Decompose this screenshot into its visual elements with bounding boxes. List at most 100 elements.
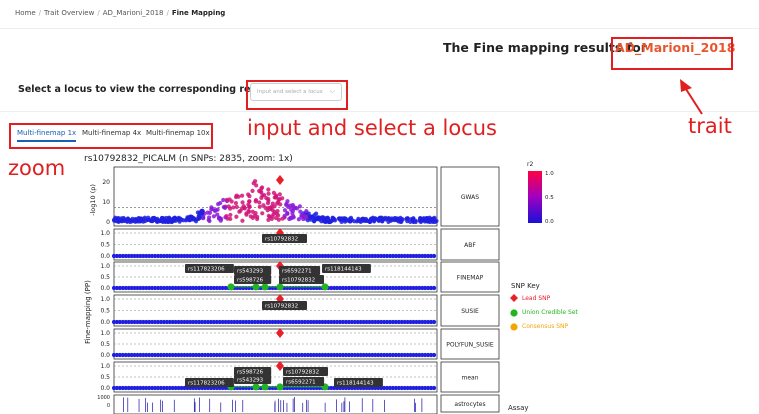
track-y-tick: 1000 <box>97 395 110 401</box>
pp-y-tick: 0.0 <box>100 319 110 326</box>
gwas-point <box>325 215 330 220</box>
panel-label-susie: SUSIE <box>461 308 479 315</box>
snp-key-title: SNP Key <box>511 282 540 290</box>
lead-snp-marker <box>276 361 284 371</box>
gwas-point <box>207 218 212 224</box>
gwas-point <box>133 217 138 222</box>
gwas-point <box>229 199 234 204</box>
pp-y-tick: 1.0 <box>100 263 110 270</box>
pp-y-tick: 1.0 <box>100 363 110 370</box>
gwas-point <box>233 200 239 206</box>
pp-y-tick: 0.5 <box>100 308 110 315</box>
snp-label: rs118144143 <box>325 267 362 273</box>
gwas-point <box>266 191 271 196</box>
gwas-point <box>146 215 151 220</box>
gwas-point <box>125 219 130 224</box>
snp-label: rs10792832 <box>286 370 319 376</box>
pp-y-tick: 0.0 <box>100 253 110 260</box>
gwas-point <box>116 216 121 221</box>
track-y-tick: 0 <box>107 403 110 409</box>
credible-set-point <box>321 283 329 291</box>
snp-key-credible: Union Credible Set <box>522 309 578 316</box>
gwas-point <box>290 211 295 216</box>
gwas-point <box>280 216 285 221</box>
gwas-point <box>216 216 222 221</box>
credible-set-icon <box>510 309 518 317</box>
gwas-point <box>215 207 220 212</box>
gwas-point <box>253 211 258 216</box>
snp-label: rs118144143 <box>337 381 374 387</box>
gwas-point <box>296 217 301 222</box>
gwas-point <box>286 205 291 210</box>
gwas-point <box>226 204 231 209</box>
gwas-point <box>257 204 262 209</box>
gwas-y-tick: 20 <box>102 179 110 186</box>
snp-label: rs543293 <box>237 378 264 384</box>
gwas-y-tick: 10 <box>102 199 110 206</box>
snp-label: rs6592271 <box>282 269 312 275</box>
colorbar-tick-mid: 0.5 <box>545 195 554 201</box>
gwas-point <box>218 200 223 206</box>
colorbar-tick-top: 1.0 <box>545 171 554 177</box>
gwas-point <box>241 204 246 209</box>
snp-label: rs117823206 <box>188 381 225 387</box>
colorbar-tick-bottom: 0.0 <box>545 219 554 225</box>
gwas-point <box>344 218 349 223</box>
colorbar-label: r2 <box>527 161 533 168</box>
gwas-point <box>222 205 228 211</box>
panel-label-mean: mean <box>461 375 478 382</box>
gwas-point <box>301 213 306 218</box>
pp-y-tick: 0.5 <box>100 274 110 281</box>
gwas-point <box>347 216 352 221</box>
finemap-plot: -log10 (p) Fine-mapping (PP) r2 1.0 0.5 … <box>84 161 554 414</box>
gwas-point <box>266 196 271 202</box>
gwas-point <box>413 218 418 223</box>
gwas-point <box>258 189 263 194</box>
gwas-point <box>250 188 255 193</box>
gwas-point <box>425 218 431 223</box>
snp-label: rs543293 <box>237 269 264 275</box>
snp-label: rs10792832 <box>265 237 298 243</box>
gwas-point <box>224 197 229 202</box>
gwas-point <box>277 192 282 197</box>
gwas-point <box>305 218 311 223</box>
pp-point <box>431 352 437 358</box>
gwas-point <box>224 213 229 219</box>
gwas-point <box>266 213 271 218</box>
gwas-point <box>151 215 156 221</box>
pp-point <box>431 319 437 325</box>
snp-label: rs10792832 <box>265 304 298 310</box>
gwas-point <box>395 216 401 222</box>
pp-y-tick: 1.0 <box>100 230 110 237</box>
gwas-point <box>240 200 245 205</box>
gwas-point <box>321 219 326 224</box>
gwas-point <box>234 214 239 219</box>
consensus-snp-icon <box>510 323 518 331</box>
lead-snp-icon <box>510 294 518 302</box>
gwas-point <box>253 179 258 184</box>
panel-label-polyfun_susie: POLYFUN_SUSIE <box>446 342 494 349</box>
gwas-point <box>234 193 239 198</box>
gwas-point <box>207 210 213 215</box>
gwas-point <box>195 210 200 215</box>
pp-y-tick: 0.0 <box>100 285 110 292</box>
gwas-point <box>304 209 309 214</box>
gwas-y-axis-label: -log10 (p) <box>89 184 97 216</box>
assay-label: Assay <box>508 404 529 412</box>
gwas-point <box>163 219 168 225</box>
gwas-point <box>266 187 271 192</box>
snp-label: rs598726 <box>237 278 264 284</box>
gwas-point <box>228 216 233 222</box>
panel-label-finemap: FINEMAP <box>457 275 484 282</box>
gwas-point <box>273 193 279 198</box>
pp-point <box>431 385 437 391</box>
gwas-point <box>171 218 176 223</box>
gwas-point <box>238 208 243 213</box>
fm-y-axis-label: Fine-mapping (PP) <box>84 280 92 344</box>
gwas-y-tick: 0 <box>106 219 110 226</box>
gwas-point <box>272 204 277 209</box>
snp-label: rs117823206 <box>188 267 225 273</box>
gwas-point <box>378 215 383 220</box>
gwas-point <box>362 217 367 222</box>
gwas-point <box>280 196 285 201</box>
